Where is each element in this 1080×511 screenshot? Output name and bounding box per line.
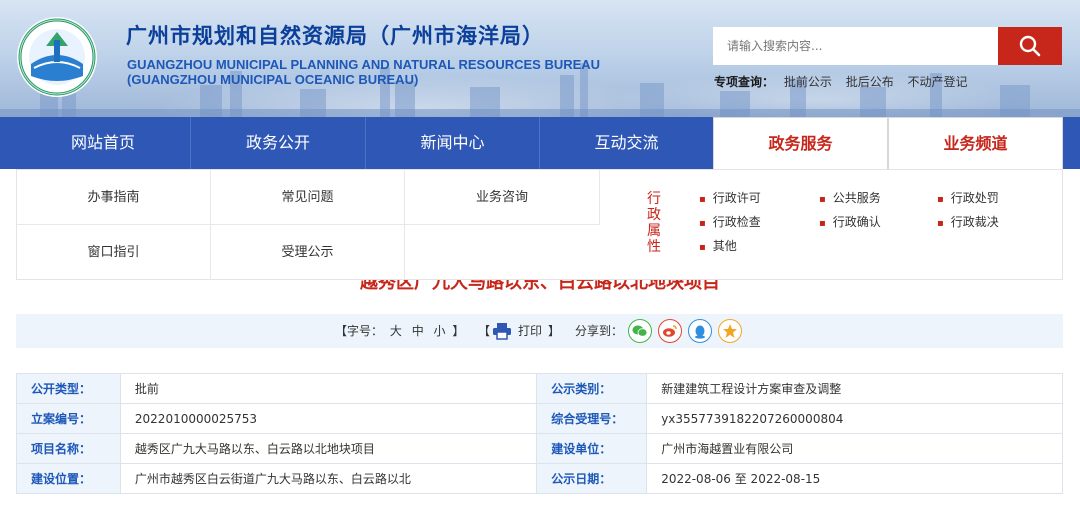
attr-item-other[interactable]: ▪ 其他 bbox=[699, 237, 737, 254]
field-value-construction-unit: 广州市海越置业有限公司 bbox=[646, 433, 1063, 464]
printer-icon bbox=[493, 323, 512, 340]
attr-item-label: 公共服务 bbox=[832, 191, 881, 205]
field-label-construction-unit: 建设单位： bbox=[536, 433, 648, 464]
attr-item-inspection[interactable]: ▪ 行政检查 bbox=[699, 213, 761, 230]
dropdown-item-consult[interactable]: 业务咨询 bbox=[405, 170, 600, 225]
wechat-icon bbox=[632, 325, 648, 337]
nav-item-business[interactable]: 业务频道 bbox=[888, 117, 1063, 169]
attr-item-license[interactable]: ▪ 行政许可 bbox=[699, 189, 761, 206]
field-label-location: 建设位置： bbox=[16, 463, 121, 494]
article-toolbar: 【字号： 大 中 小 】 【 打印 】 分享到： bbox=[16, 314, 1063, 348]
dropdown-item-window[interactable]: 窗口指引 bbox=[17, 225, 211, 280]
dropdown-item-guide[interactable]: 办事指南 bbox=[17, 170, 211, 225]
bullet-icon: ▪ bbox=[699, 242, 706, 253]
attr-item-label: 行政确认 bbox=[832, 215, 881, 229]
wechat-share-icon[interactable] bbox=[628, 319, 652, 343]
font-size-large[interactable]: 大 bbox=[390, 324, 402, 338]
qq-share-icon[interactable] bbox=[688, 319, 712, 343]
main-nav: 网站首页 政务公开 新闻中心 互动交流 政务服务 业务频道 bbox=[0, 117, 1080, 169]
attr-item-confirmation[interactable]: ▪ 行政确认 bbox=[819, 213, 881, 230]
field-label-case-number: 立案编号： bbox=[16, 403, 121, 434]
dropdown-item-accept[interactable]: 受理公示 bbox=[211, 225, 405, 280]
bullet-icon: ▪ bbox=[699, 218, 706, 229]
table-row: 公开类型： 批前 公示类别： 新建建筑工程设计方案审查及调整 bbox=[16, 373, 1063, 404]
field-label-public-type: 公开类型： bbox=[16, 373, 121, 404]
bullet-icon: ▪ bbox=[819, 218, 826, 229]
font-size-label: 【字号： bbox=[335, 324, 384, 338]
attr-item-label: 行政检查 bbox=[712, 215, 761, 229]
field-value-acceptance-number: yx3557739182207260000804 bbox=[646, 403, 1063, 434]
project-info-table: 公开类型： 批前 公示类别： 新建建筑工程设计方案审查及调整 立案编号： 202… bbox=[16, 373, 1063, 494]
special-query-label: 专项查询： bbox=[714, 75, 775, 89]
table-row: 建设位置： 广州市越秀区白云街道广九大马路以东、白云路以北 公示日期： 2022… bbox=[16, 463, 1063, 494]
table-row: 立案编号： 2022010000025753 综合受理号： yx35577391… bbox=[16, 403, 1063, 434]
attr-item-label: 行政处罚 bbox=[950, 191, 999, 205]
font-size-control: 【字号： 大 中 小 】 bbox=[335, 314, 464, 348]
bullet-icon: ▪ bbox=[819, 194, 826, 205]
special-link-realestate[interactable]: 不动产登记 bbox=[908, 75, 968, 89]
share-label: 分享到： bbox=[575, 324, 624, 338]
attr-item-ruling[interactable]: ▪ 行政裁决 bbox=[937, 213, 999, 230]
star-icon bbox=[723, 324, 737, 338]
site-title-en-line1: GUANGZHOU MUNICIPAL PLANNING AND NATURAL… bbox=[127, 57, 601, 72]
attr-item-label: 其他 bbox=[712, 239, 737, 253]
admin-attribute-label: 行政属性 bbox=[647, 191, 661, 255]
print-close-bracket: 】 bbox=[548, 324, 561, 338]
search-icon bbox=[1019, 35, 1041, 57]
qq-icon bbox=[695, 325, 705, 339]
field-value-location: 广州市越秀区白云街道广九大马路以东、白云路以北 bbox=[119, 463, 538, 494]
field-value-notice-date: 2022-08-06 至 2022-08-15 bbox=[646, 463, 1063, 494]
search-button[interactable] bbox=[998, 27, 1062, 65]
print-button[interactable]: 【 打印 】 bbox=[478, 314, 560, 348]
site-title-en-line2: (GUANGZHOU MUNICIPAL OCEANIC BUREAU) bbox=[127, 72, 419, 87]
field-value-notice-category: 新建建筑工程设计方案审查及调整 bbox=[646, 373, 1063, 404]
field-label-project-name: 项目名称： bbox=[16, 433, 121, 464]
nav-item-gov-open[interactable]: 政务公开 bbox=[191, 117, 365, 169]
qzone-share-icon[interactable] bbox=[718, 319, 742, 343]
nav-item-interaction[interactable]: 互动交流 bbox=[540, 117, 713, 169]
print-label: 打印 bbox=[518, 324, 543, 338]
field-label-notice-date: 公示日期： bbox=[536, 463, 648, 494]
font-size-close-bracket: 】 bbox=[452, 324, 465, 338]
bureau-logo bbox=[17, 17, 97, 97]
field-value-case-number: 2022010000025753 bbox=[119, 403, 538, 434]
nav-item-gov-service[interactable]: 政务服务 bbox=[713, 117, 888, 169]
bullet-icon: ▪ bbox=[937, 218, 944, 229]
nav-item-news[interactable]: 新闻中心 bbox=[366, 117, 539, 169]
site-header: 广州市规划和自然资源局（广州市海洋局） GUANGZHOU MUNICIPAL … bbox=[0, 0, 1080, 117]
bullet-icon: ▪ bbox=[699, 194, 706, 205]
bullet-icon: ▪ bbox=[937, 194, 944, 205]
special-link-postapproval[interactable]: 批后公布 bbox=[846, 75, 894, 89]
special-query: 专项查询： 批前公示 批后公布 不动产登记 bbox=[714, 73, 978, 90]
weibo-share-icon[interactable] bbox=[658, 319, 682, 343]
table-row: 项目名称： 越秀区广九大马路以东、白云路以北地块项目 建设单位： 广州市海越置业… bbox=[16, 433, 1063, 464]
attr-item-public-service[interactable]: ▪ 公共服务 bbox=[819, 189, 881, 206]
field-label-acceptance-number: 综合受理号： bbox=[536, 403, 648, 434]
field-value-public-type: 批前 bbox=[119, 373, 538, 404]
site-title-cn: 广州市规划和自然资源局（广州市海洋局） bbox=[126, 24, 544, 48]
special-link-preapproval[interactable]: 批前公示 bbox=[784, 75, 832, 89]
search-input[interactable]: 请输入搜索内容... bbox=[713, 27, 998, 65]
gov-service-dropdown: 办事指南 常见问题 业务咨询 窗口指引 受理公示 行政属性 ▪ 行政许可 ▪ 公共服… bbox=[16, 169, 1063, 280]
weibo-icon bbox=[663, 325, 677, 337]
attr-item-label: 行政裁决 bbox=[950, 215, 999, 229]
attr-item-label: 行政许可 bbox=[712, 191, 761, 205]
attr-item-penalty[interactable]: ▪ 行政处罚 bbox=[937, 189, 999, 206]
font-size-small[interactable]: 小 bbox=[434, 324, 446, 338]
nav-item-home[interactable]: 网站首页 bbox=[16, 117, 190, 169]
dropdown-item-faq[interactable]: 常见问题 bbox=[211, 170, 405, 225]
field-value-project-name: 越秀区广九大马路以东、白云路以北地块项目 bbox=[119, 433, 538, 464]
site-title-en: GUANGZHOU MUNICIPAL PLANNING AND NATURAL… bbox=[127, 57, 600, 87]
field-label-notice-category: 公示类别： bbox=[536, 373, 648, 404]
font-size-medium[interactable]: 中 bbox=[412, 324, 424, 338]
print-open-bracket: 【 bbox=[478, 324, 491, 338]
